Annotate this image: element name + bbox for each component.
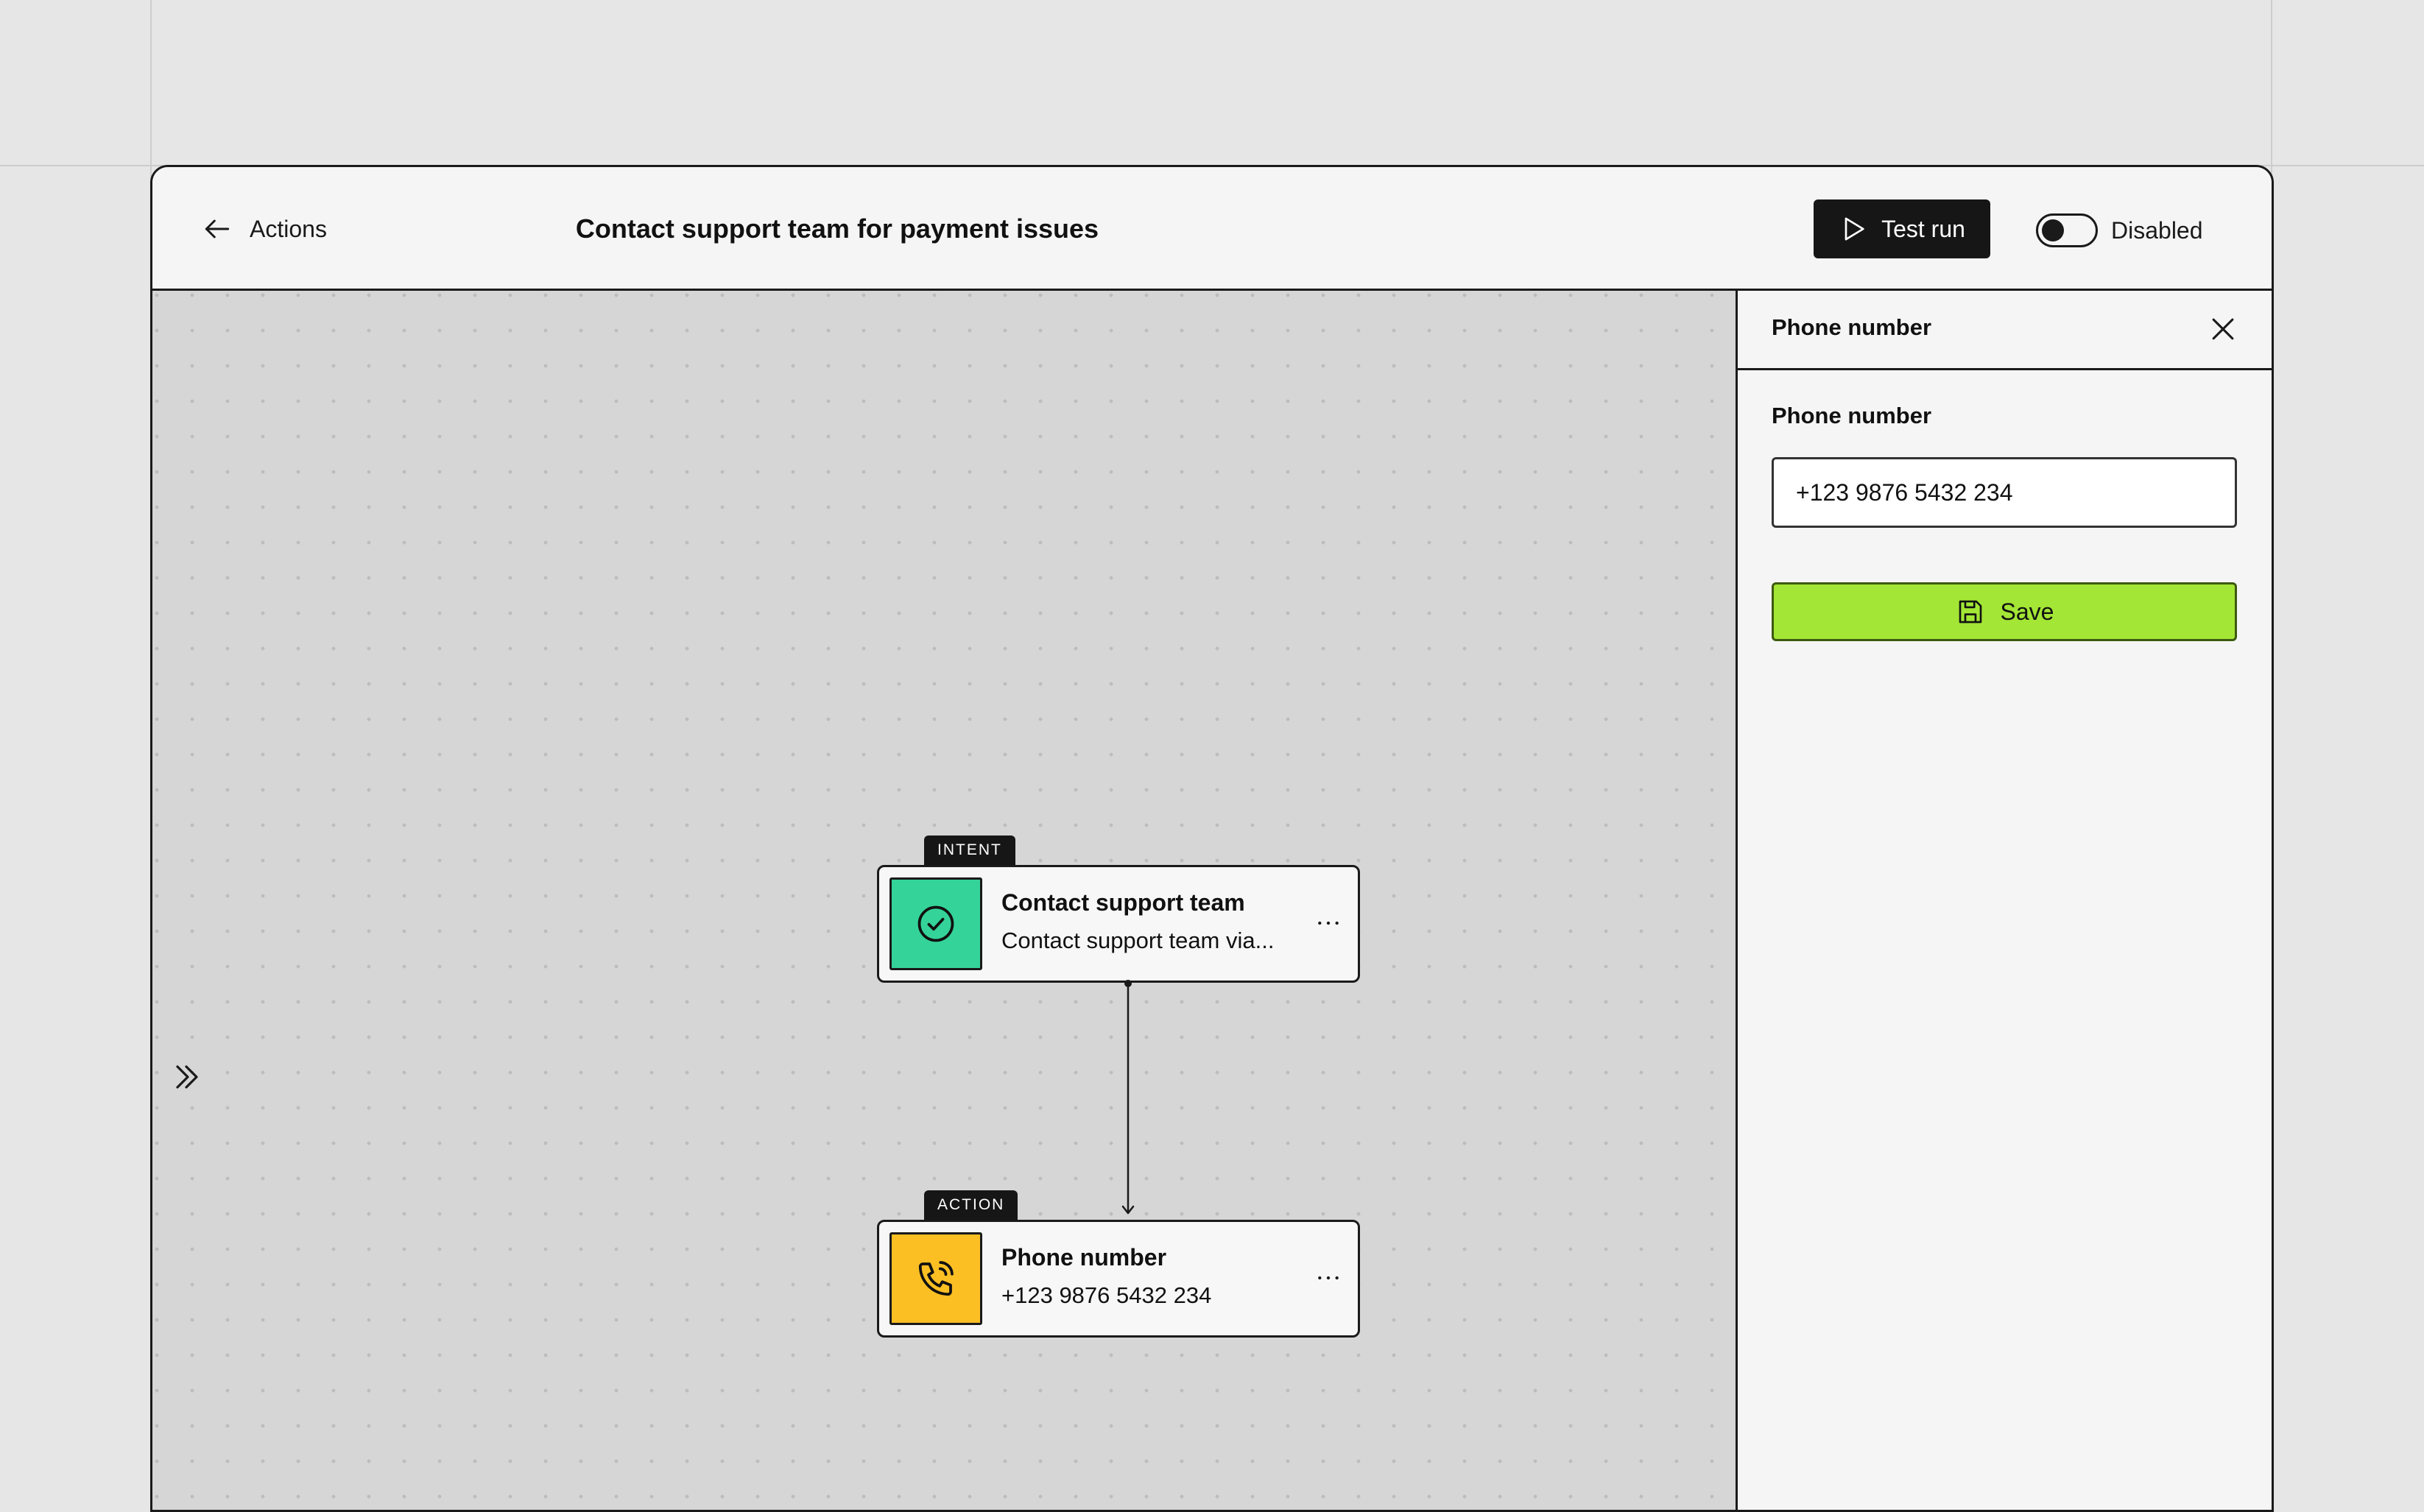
panel-header: Phone number — [1738, 291, 2272, 370]
action-node-title: Phone number — [1001, 1244, 1167, 1271]
phone-field-label: Phone number — [1772, 403, 1932, 428]
action-node-icon — [889, 1232, 982, 1325]
intent-node[interactable]: Contact support team Contact support tea… — [877, 865, 1360, 983]
node-tag-intent: INTENT — [924, 836, 1015, 865]
intent-node-menu-button[interactable] — [1314, 908, 1343, 938]
toggle-switch[interactable] — [2036, 213, 2098, 247]
save-button[interactable]: Save — [1772, 582, 2237, 641]
test-run-button[interactable]: Test run — [1814, 199, 1990, 258]
toggle-knob — [2042, 219, 2064, 241]
intent-node-title: Contact support team — [1001, 889, 1245, 916]
flow-canvas[interactable]: INTENT Contact support team Contact supp… — [152, 291, 1736, 1510]
check-circle-icon — [917, 905, 954, 942]
node-tag-action: ACTION — [924, 1190, 1018, 1220]
more-horizontal-icon — [1318, 921, 1339, 925]
play-icon — [1845, 217, 1864, 241]
phone-number-input[interactable] — [1772, 457, 2237, 528]
expand-sidebar-button[interactable] — [170, 1059, 205, 1095]
save-icon — [1959, 600, 1981, 623]
properties-panel: Phone number Phone number Save — [1736, 291, 2272, 1510]
more-horizontal-icon — [1318, 1276, 1339, 1280]
save-label: Save — [2000, 598, 2054, 625]
intent-node-subtitle: Contact support team via... — [1001, 928, 1275, 953]
toggle-label: Disabled — [2111, 216, 2203, 244]
intent-node-icon — [889, 877, 982, 970]
action-node[interactable]: Phone number +123 9876 5432 234 — [877, 1220, 1360, 1338]
close-panel-button[interactable] — [2207, 313, 2239, 345]
phone-call-icon — [918, 1261, 954, 1296]
action-node-subtitle: +123 9876 5432 234 — [1001, 1282, 1212, 1308]
chevrons-right-icon — [176, 1065, 198, 1089]
top-bar: Actions Contact support team for payment… — [152, 167, 2272, 291]
test-run-label: Test run — [1881, 215, 1965, 242]
node-connector — [1121, 980, 1135, 1215]
page-title: Contact support team for payment issues — [575, 213, 1099, 244]
close-icon — [2212, 318, 2234, 340]
action-node-menu-button[interactable] — [1314, 1263, 1343, 1293]
panel-title: Phone number — [1772, 314, 1932, 340]
enable-toggle[interactable]: Disabled — [2036, 213, 2203, 248]
app-window: Actions Contact support team for payment… — [150, 165, 2274, 1512]
